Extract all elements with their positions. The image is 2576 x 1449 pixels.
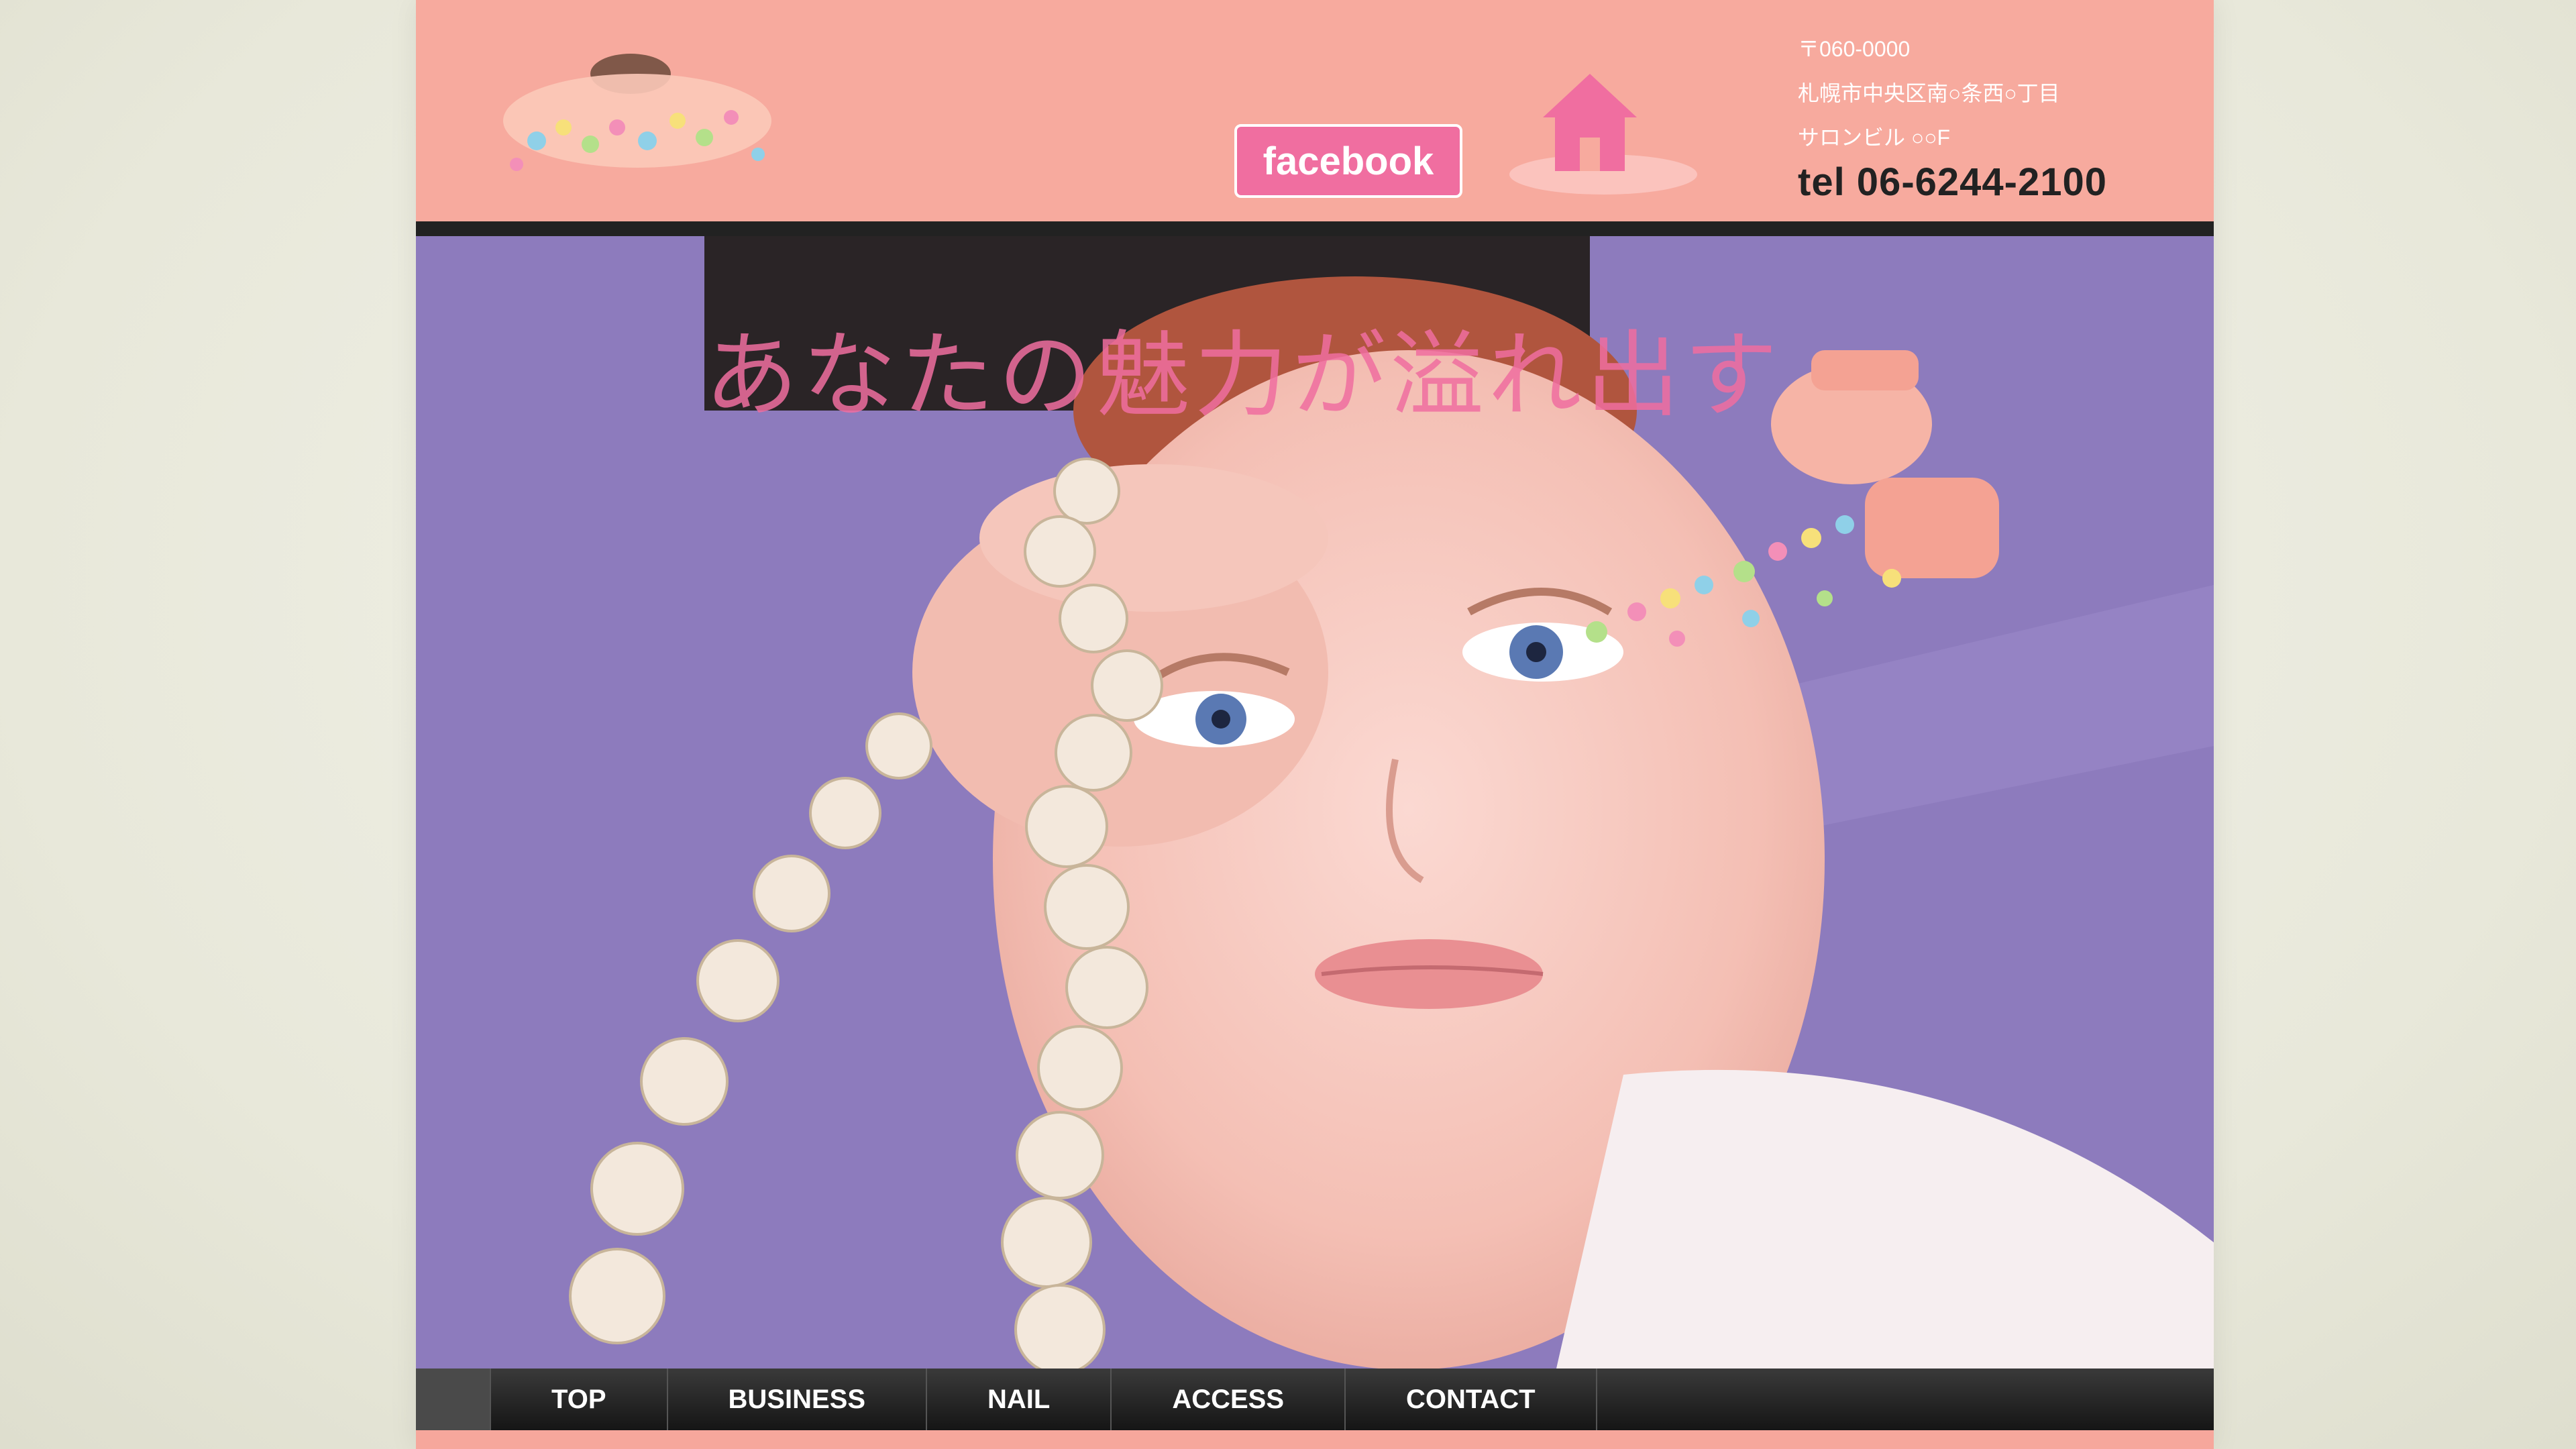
nav-item-top[interactable]: TOP: [491, 1368, 668, 1430]
header-divider: [416, 221, 2214, 236]
nav-item-blank[interactable]: [416, 1368, 491, 1430]
salon-logo[interactable]: [463, 27, 839, 201]
nav-item-contact[interactable]: CONTACT: [1346, 1368, 1597, 1430]
facebook-button[interactable]: facebook: [1234, 124, 1462, 198]
site-page: facebook 〒060-0000 札幌市中央区南○条西○丁目 サロンビル ○…: [416, 0, 2214, 1449]
main-nav: TOP BUSINESS NAIL ACCESS CONTACT: [416, 1368, 2214, 1430]
address-line: サロンビル ○○F: [1798, 125, 1951, 150]
footer-strip: [416, 1430, 2214, 1449]
nav-item-business[interactable]: BUSINESS: [668, 1368, 928, 1430]
nav-item-nail[interactable]: NAIL: [927, 1368, 1112, 1430]
nav-item-access[interactable]: ACCESS: [1112, 1368, 1346, 1430]
home-icon[interactable]: [1476, 60, 1704, 208]
site-header: facebook 〒060-0000 札幌市中央区南○条西○丁目 サロンビル ○…: [416, 0, 2214, 221]
hero-tagline: あなたの魅力が溢れ出す: [704, 321, 1782, 431]
hero-banner: あなたの魅力が溢れ出す: [416, 236, 2214, 1368]
address-line: 〒060-0000: [1798, 37, 1911, 61]
phone-number: tel 06-6244-2100: [1798, 160, 2107, 204]
address-block: 〒060-0000 札幌市中央区南○条西○丁目 サロンビル ○○F: [1798, 27, 2200, 160]
address-line: 札幌市中央区南○条西○丁目: [1798, 81, 2060, 105]
